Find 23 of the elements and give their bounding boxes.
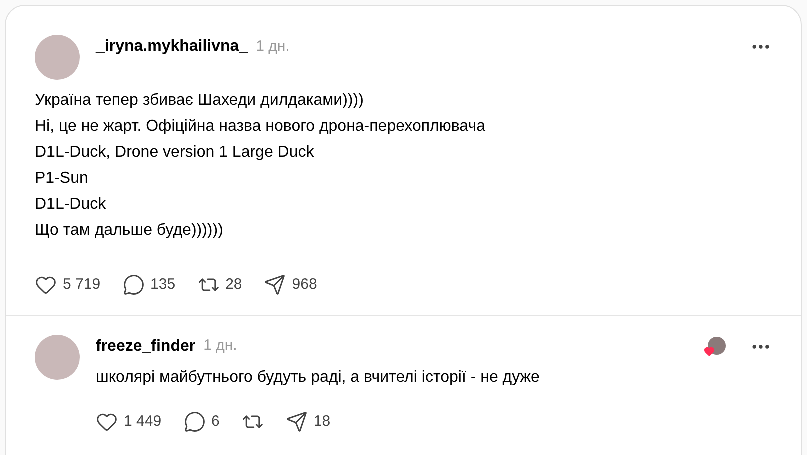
- reply-button[interactable]: 135: [122, 274, 176, 296]
- username[interactable]: freeze_finder: [96, 334, 196, 358]
- post-text-line: школярі майбутнього будуть раді, а вчителі історії - не дуже: [96, 368, 541, 388]
- share-button[interactable]: 18: [286, 410, 331, 433]
- paper-plane-icon: [264, 274, 286, 296]
- post-text-line: Ні, це не жарт. Офіційна назва нового дрона-перехоплювача: [35, 117, 486, 137]
- post-time: 1 дн.: [256, 36, 290, 57]
- heart-icon: [35, 274, 57, 296]
- like-button[interactable]: 1 449: [96, 410, 162, 433]
- speech-bubble-icon: [122, 274, 145, 296]
- speech-bubble-icon: [184, 410, 206, 433]
- like-button[interactable]: 5 719: [35, 274, 101, 296]
- post-time: 1 дн.: [204, 336, 238, 356]
- username[interactable]: _iryna.mykhailivna_: [96, 35, 248, 59]
- repost-button[interactable]: 28: [198, 274, 242, 296]
- reply-button[interactable]: 6: [184, 410, 220, 433]
- post-text-line: Україна тепер збиває Шахеди дилдаками)))): [35, 91, 365, 111]
- post-text-line: Що там дальше буде)))))): [35, 221, 224, 241]
- share-button[interactable]: 968: [264, 274, 318, 296]
- post-text-line: D1L-Duck, Drone version 1 Large Duck: [35, 143, 316, 163]
- post-text-line: D1L-Duck: [35, 195, 108, 215]
- post-text-line: P1-Sun: [35, 169, 90, 189]
- paper-plane-icon: [286, 410, 308, 433]
